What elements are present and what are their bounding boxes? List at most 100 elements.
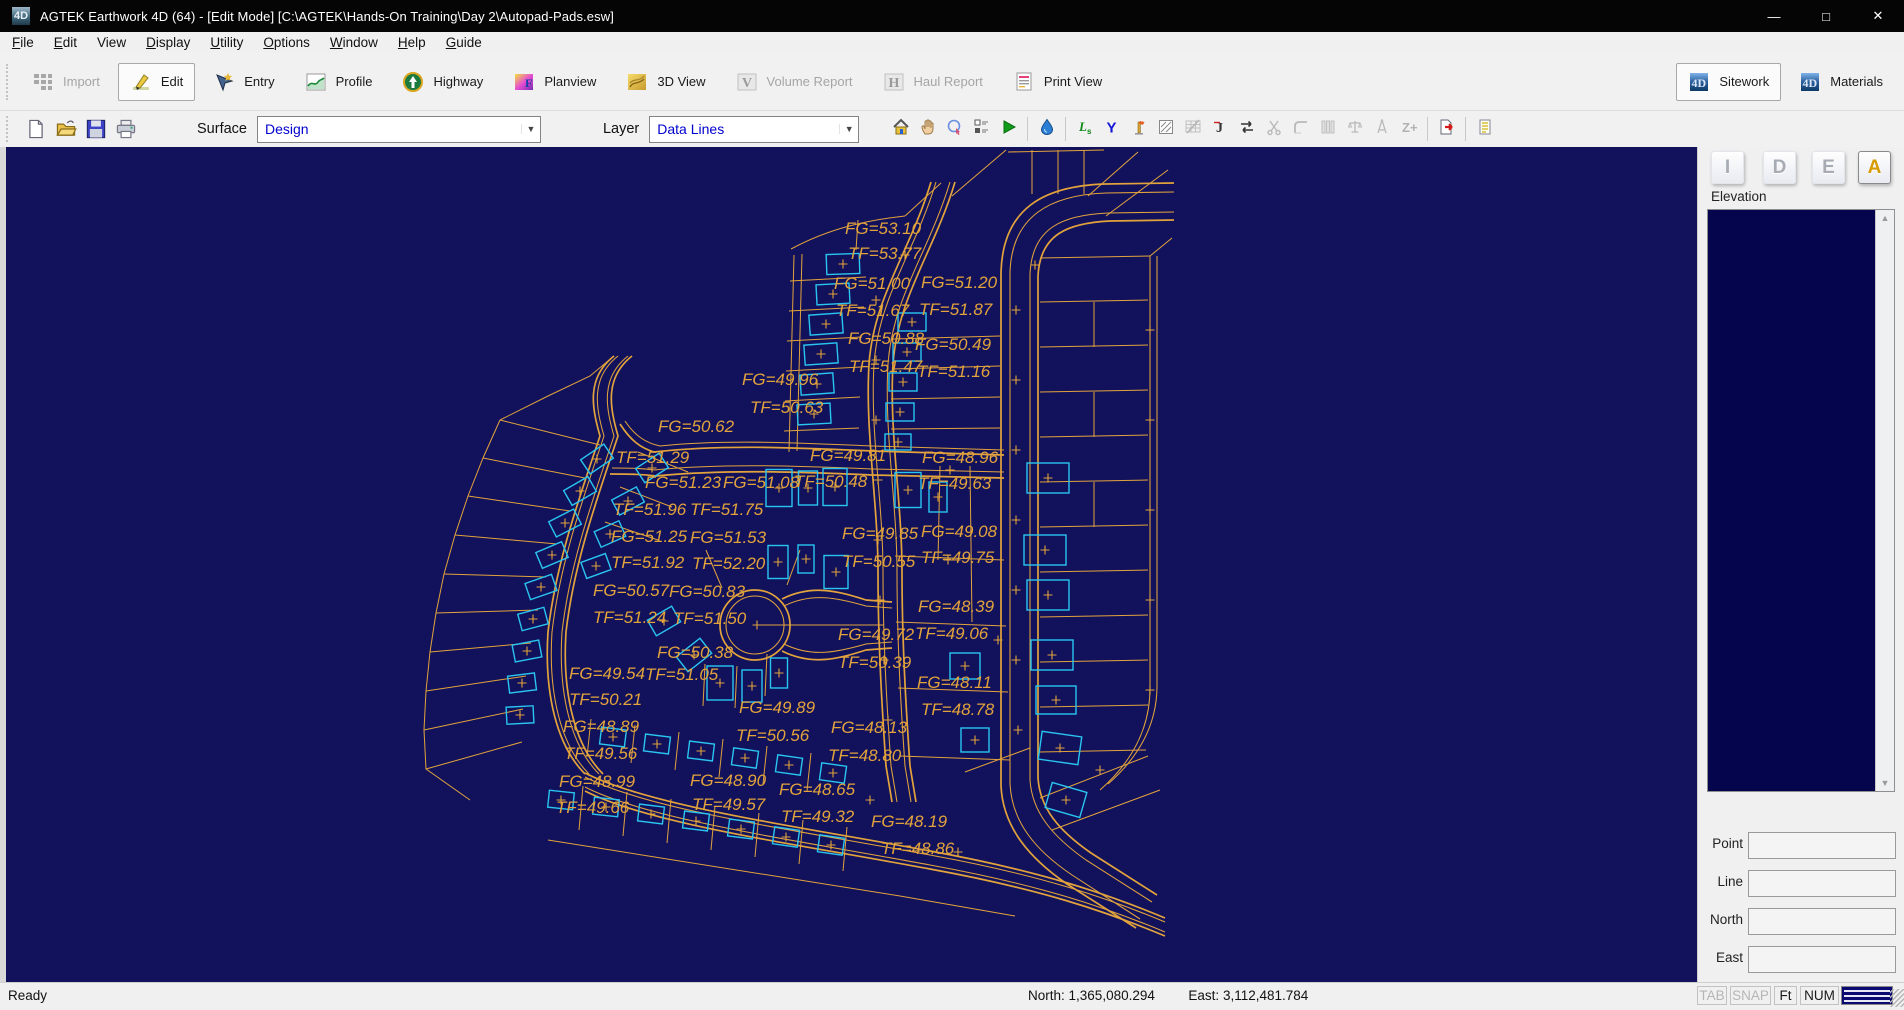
export-page-button[interactable]	[1435, 118, 1458, 141]
sitework-button[interactable]: 4DSitework	[1676, 63, 1781, 101]
track-arrow-button[interactable]	[997, 118, 1020, 141]
menu-help[interactable]: Help	[388, 33, 436, 52]
pole-flag-icon	[1130, 118, 1148, 141]
indicator-num[interactable]: NUM	[1800, 986, 1839, 1005]
zoom-magnifier-button[interactable]	[943, 118, 966, 141]
water-drop-button[interactable]	[1035, 118, 1058, 141]
volume-report-button[interactable]: VVolume Report	[724, 63, 865, 101]
layer-combobox[interactable]: Data Lines ▼	[649, 116, 859, 143]
line-input[interactable]	[1748, 870, 1896, 897]
maximize-button[interactable]: □	[1800, 0, 1852, 32]
button-label: Import	[63, 74, 100, 89]
3d-view-button[interactable]: 3D View	[614, 63, 717, 101]
menu-options[interactable]: Options	[253, 33, 320, 52]
status-meter	[1841, 986, 1893, 1005]
point-input[interactable]	[1748, 832, 1896, 859]
mode-button-e[interactable]: E	[1812, 151, 1845, 184]
elevation-label-text: TF=51.87	[919, 300, 993, 319]
toolbar-grip[interactable]	[6, 64, 13, 100]
menu-view[interactable]: View	[87, 33, 136, 52]
mode-button-i[interactable]: I	[1711, 151, 1744, 184]
main-toolbar-group: Import EditEntryProfileHighwayFPlanview 3D…	[17, 63, 1117, 101]
inc-dec-button[interactable]	[970, 118, 993, 141]
menu-edit[interactable]: Edit	[44, 33, 87, 52]
mode-button-d[interactable]: D	[1763, 151, 1796, 184]
minimize-button[interactable]: —	[1748, 0, 1800, 32]
highway-button[interactable]: Highway	[390, 63, 495, 101]
surface-combobox[interactable]: Design ▼	[257, 116, 541, 143]
elevation-scrollbar[interactable]: ▲ ▼	[1875, 210, 1894, 791]
line-label-button[interactable]: Ls	[1073, 118, 1096, 141]
home-button[interactable]	[889, 118, 912, 141]
menu-guide[interactable]: Guide	[436, 33, 492, 52]
pad-center-cross-icon	[516, 711, 525, 720]
notes-page-button[interactable]	[1473, 118, 1496, 141]
window-controls: — □ ✕	[1748, 0, 1904, 32]
menu-display[interactable]: Display	[136, 33, 200, 52]
import-button[interactable]: Import	[20, 63, 112, 101]
svg-text:4D: 4D	[1692, 76, 1707, 90]
elevation-label-text: FG=48.99	[559, 772, 636, 791]
elevation-label-text: TF=50.56	[736, 726, 810, 745]
pole-flag-button[interactable]	[1127, 118, 1150, 141]
scroll-down-icon[interactable]: ▼	[1881, 775, 1890, 791]
materials-button[interactable]: 4DMaterials	[1787, 63, 1895, 101]
indicator-ft[interactable]: Ft	[1774, 986, 1797, 1005]
planview-button[interactable]: FPlanview	[501, 63, 608, 101]
pad-center-cross-icon	[785, 761, 794, 770]
elevation-label-text: FG=50.62	[658, 417, 735, 436]
pad-center-cross-icon	[697, 747, 706, 756]
profile-button[interactable]: Profile	[293, 63, 385, 101]
toolbar-separator	[1465, 117, 1466, 141]
elevation-label-text: FG=48.90	[690, 771, 767, 790]
swap-arrows-button[interactable]	[1235, 118, 1258, 141]
elevation-label-text: TF=51.96	[613, 500, 687, 519]
elevation-label-text: TF=51.75	[690, 500, 764, 519]
toolbar-grip[interactable]	[6, 116, 13, 142]
compass-divider-button	[1370, 118, 1393, 141]
pad-center-cross-icon	[1062, 796, 1071, 805]
mode-button-a[interactable]: A	[1858, 151, 1891, 184]
north-input[interactable]	[1748, 908, 1896, 935]
menu-utility[interactable]: Utility	[200, 33, 253, 52]
entry-button[interactable]: Entry	[201, 63, 286, 101]
elevation-listbox[interactable]: ▲ ▼	[1707, 209, 1895, 792]
save-floppy-button[interactable]	[85, 118, 107, 140]
haul-report-button[interactable]: HHaul Report	[871, 63, 995, 101]
resize-grip[interactable]	[1890, 989, 1904, 1007]
pan-hand-button[interactable]	[916, 118, 939, 141]
export-page-icon	[1438, 118, 1456, 141]
new-document-button[interactable]	[25, 118, 47, 140]
print-button[interactable]	[115, 118, 137, 140]
svg-text:V: V	[742, 76, 752, 91]
elevation-label-text: FG=53.10	[845, 219, 922, 238]
hatch-button[interactable]	[1154, 118, 1177, 141]
pad-center-cross-icon	[817, 350, 826, 359]
profile-chart-icon	[305, 71, 327, 93]
menu-window[interactable]: Window	[320, 33, 388, 52]
scroll-up-icon[interactable]: ▲	[1881, 210, 1890, 226]
indicator-snap[interactable]: SNAP	[1730, 986, 1771, 1005]
window-title: AGTEK Earthwork 4D (64) - [Edit Mode] [C…	[40, 9, 614, 24]
surface-value: Design	[258, 121, 521, 137]
elevation-label-text: TF=50.21	[569, 690, 642, 709]
cad-canvas[interactable]: FG=53.10TF=53.77FG=51.00FG=51.20TF=51.67…	[0, 147, 1697, 982]
menu-file[interactable]: File	[2, 33, 44, 52]
elevation-label-text: FG=48.19	[871, 812, 948, 831]
edit-button[interactable]: Edit	[118, 63, 195, 101]
scissors-icon	[1265, 118, 1283, 141]
chevron-down-icon[interactable]: ▼	[839, 124, 858, 134]
indicator-tab[interactable]: TAB	[1697, 986, 1727, 1005]
button-label: 3D View	[657, 74, 705, 89]
toolbar-separator	[1427, 117, 1428, 141]
open-folder-button[interactable]	[55, 118, 77, 140]
button-label: Materials	[1830, 74, 1883, 89]
join-button[interactable]: J	[1208, 118, 1231, 141]
wye-button[interactable]: Y	[1100, 118, 1123, 141]
right-panel: IDEA Elevation ▲ ▼ PointLineNorthEast	[1697, 147, 1904, 982]
close-button[interactable]: ✕	[1852, 0, 1904, 32]
print-view-button[interactable]: Print View	[1001, 63, 1114, 101]
east-input[interactable]	[1748, 946, 1896, 973]
chevron-down-icon[interactable]: ▼	[521, 124, 540, 134]
cad-drawing[interactable]: FG=53.10TF=53.77FG=51.00FG=51.20TF=51.67…	[6, 147, 1697, 982]
